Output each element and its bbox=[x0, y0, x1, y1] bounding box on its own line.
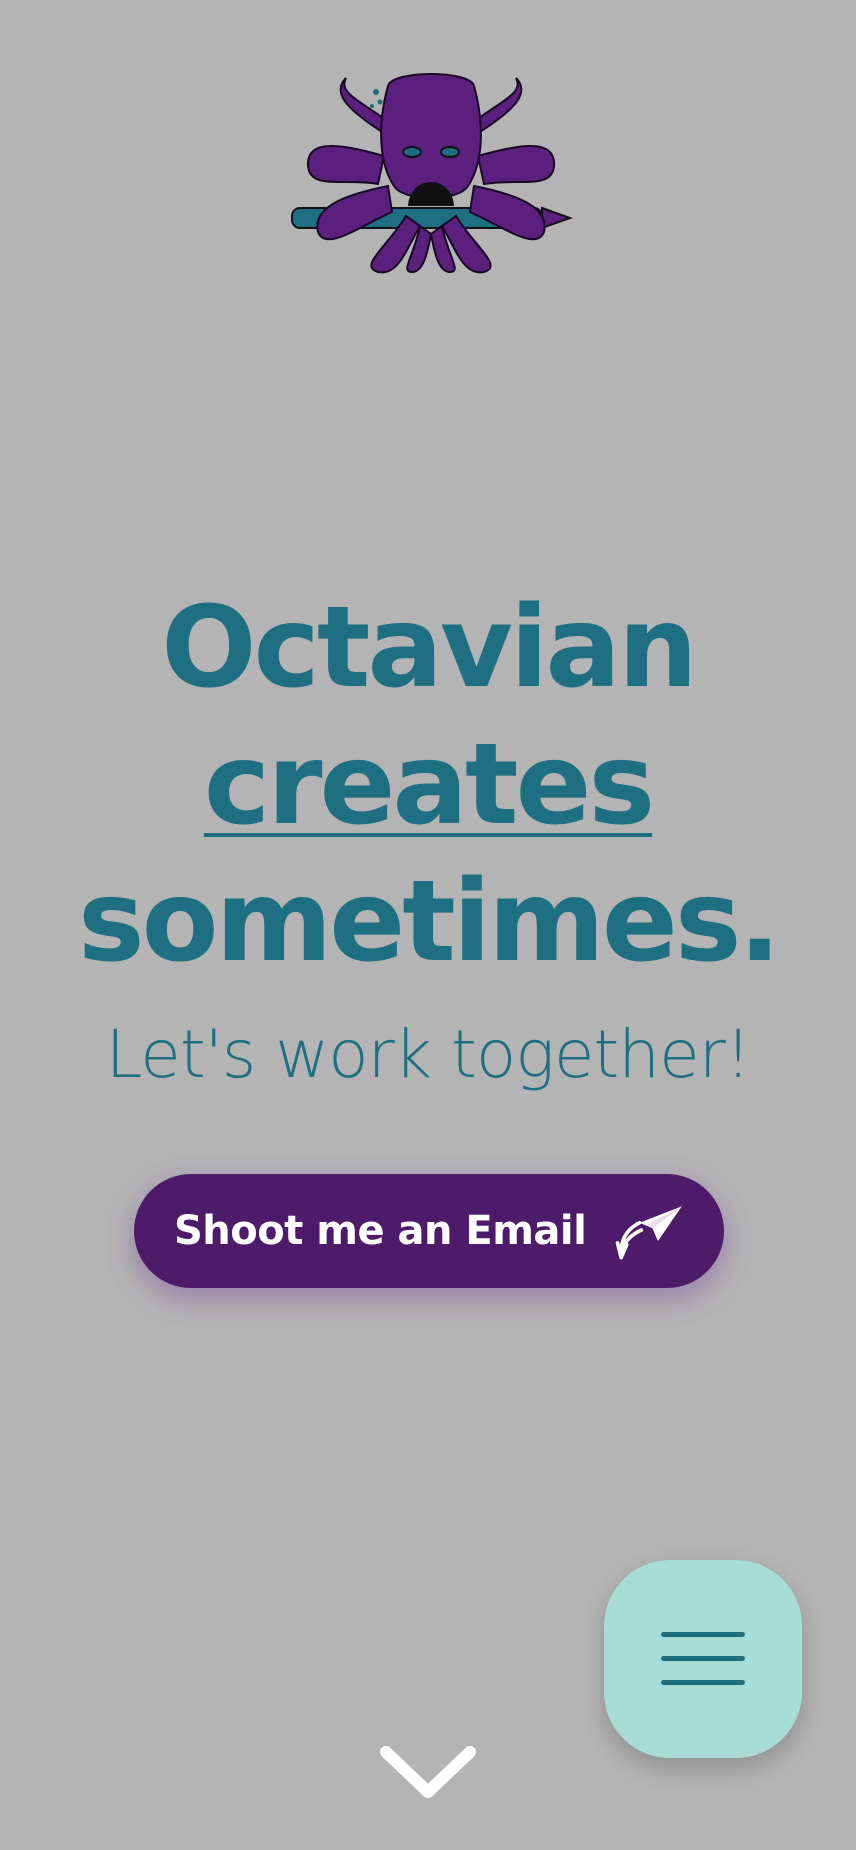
hero-line-1: Octavian bbox=[161, 583, 697, 713]
hero-line-2: creates bbox=[0, 717, 856, 854]
hero-subtitle: Let's work together! bbox=[105, 1016, 752, 1093]
octopus-logo-icon[interactable] bbox=[288, 66, 574, 286]
menu-button[interactable] bbox=[604, 1560, 802, 1758]
chevron-down-icon[interactable] bbox=[378, 1744, 478, 1802]
hero-headline: Octavian creates sometimes. bbox=[0, 580, 856, 991]
paper-plane-icon bbox=[616, 1206, 683, 1260]
hamburger-menu-icon bbox=[661, 1632, 745, 1685]
email-button-label: Shoot me an Email bbox=[174, 1208, 587, 1254]
email-button[interactable]: Shoot me an Email bbox=[134, 1174, 724, 1288]
landing-page: Octavian creates sometimes. Let's work t… bbox=[0, 0, 856, 1850]
hero-line-3: sometimes. bbox=[77, 857, 781, 987]
hero-underlined-word: creates bbox=[203, 720, 655, 850]
